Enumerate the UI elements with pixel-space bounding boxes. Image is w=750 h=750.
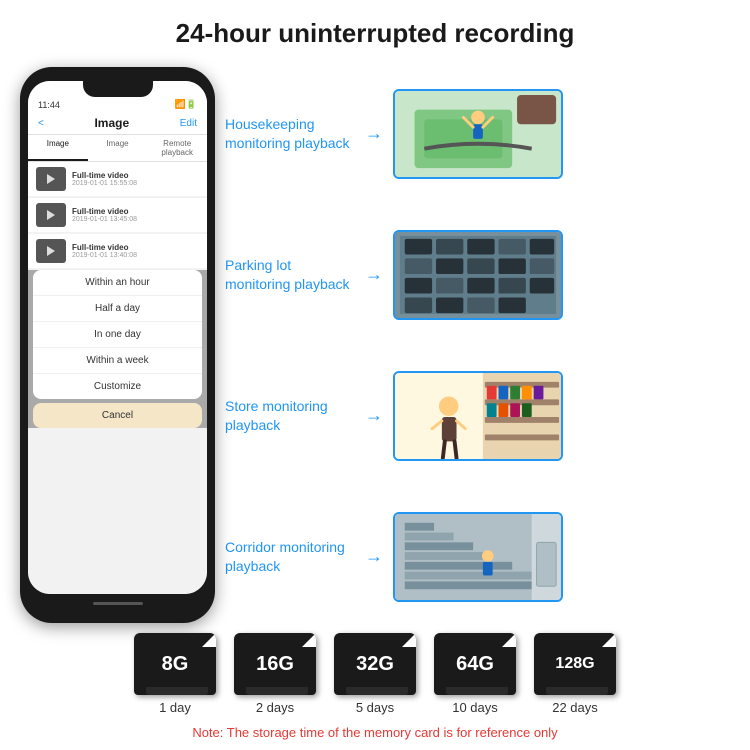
scene-store [395,373,561,459]
monitor-label-4: Corridor monitoringplayback [225,538,355,574]
sd-notch-8g [202,633,216,647]
video-item-1[interactable]: Full-time video 2019-01-01 15:55:08 [28,162,207,196]
storage-days-128g: 22 days [552,700,598,715]
tab-image2[interactable]: Image [88,135,148,161]
monitor-row-4: Corridor monitoringplayback → [225,512,730,602]
sd-label-64g: 64G [456,653,494,676]
housekeeping-svg [395,89,561,179]
video-item-2[interactable]: Full-time video 2019-01-01 13:45:08 [28,198,207,232]
storage-days-8g: 1 day [159,700,191,715]
scene-housekeeping [395,91,561,177]
store-svg [395,371,561,461]
monitor-row-1: Housekeepingmonitoring playback → [225,89,730,179]
dropdown-item-1[interactable]: Within an hour [33,270,202,296]
dropdown-menu: Within an hour Half a day In one day Wit… [33,270,202,399]
monitor-label-1: Housekeepingmonitoring playback [225,115,355,151]
phone-edit[interactable]: Edit [180,118,197,129]
video-thumb-3 [36,239,66,263]
sd-card-16g: 16G [234,633,316,695]
storage-days-16g: 2 days [256,700,294,715]
dropdown-item-5[interactable]: Customize [33,374,202,399]
video-title-3: Full-time video [72,243,199,252]
storage-days-32g: 5 days [356,700,394,715]
corridor-svg [395,512,561,602]
sd-card-64g: 64G [434,633,516,695]
video-title-2: Full-time video [72,207,199,216]
storage-card-32g: 32G 5 days [334,633,416,715]
sd-notch-64g [502,633,516,647]
monitor-row-3: Store monitoringplayback → [225,371,730,461]
sd-card-8g: 8G [134,633,216,695]
monitor-img-4 [393,512,563,602]
phone-home-bar [93,602,143,605]
content-area: 11:44 📶🔋 < Image Edit Image Image Remote… [20,67,730,623]
arrow-4: → [365,546,383,567]
sd-card-128g: 128G [534,633,616,695]
phone-header: < Image Edit [28,112,207,135]
video-title-1: Full-time video [72,171,199,180]
monitor-img-1 [393,89,563,179]
video-list: Full-time video 2019-01-01 15:55:08 Full… [28,162,207,594]
sd-label-16g: 16G [256,653,294,676]
video-thumb-2 [36,203,66,227]
storage-section: 8G 1 day 16G 2 days 32G 5 days [20,633,730,740]
scene-parking [395,232,561,318]
video-info-2: Full-time video 2019-01-01 13:45:08 [72,207,199,223]
phone-mockup: 11:44 📶🔋 < Image Edit Image Image Remote… [20,67,215,623]
arrow-1: → [365,123,383,144]
main-title: 24-hour uninterrupted recording [176,18,575,49]
dropdown-item-2[interactable]: Half a day [33,296,202,322]
monitor-img-3 [393,371,563,461]
monitor-label-2: Parking lotmonitoring playback [225,256,355,292]
phone-screen: 11:44 📶🔋 < Image Edit Image Image Remote… [28,81,207,594]
dropdown-overlay: Within an hour Half a day In one day Wit… [28,270,207,428]
dropdown-item-3[interactable]: In one day [33,322,202,348]
parking-svg [395,230,561,320]
sd-label-8g: 8G [162,653,189,676]
page: 24-hour uninterrupted recording 11:44 📶🔋… [0,0,750,750]
video-date-1: 2019-01-01 15:55:08 [72,180,199,187]
video-info-1: Full-time video 2019-01-01 15:55:08 [72,171,199,187]
sd-card-32g: 32G [334,633,416,695]
phone-back[interactable]: < [38,118,44,129]
sd-label-32g: 32G [356,653,394,676]
scene-corridor [395,514,561,600]
storage-days-64g: 10 days [452,700,498,715]
video-info-3: Full-time video 2019-01-01 13:40:08 [72,243,199,259]
storage-card-128g: 128G 22 days [534,633,616,715]
storage-card-64g: 64G 10 days [434,633,516,715]
right-panel: Housekeepingmonitoring playback → [225,67,730,623]
sd-notch-128g [602,633,616,647]
monitor-row-2: Parking lotmonitoring playback → [225,230,730,320]
monitor-label-3: Store monitoringplayback [225,397,355,433]
dropdown-item-4[interactable]: Within a week [33,348,202,374]
phone-notch [83,81,153,97]
video-date-3: 2019-01-01 13:40:08 [72,252,199,259]
sd-notch-16g [302,633,316,647]
phone-time: 11:44 [38,100,60,110]
sd-label-128g: 128G [555,655,594,673]
play-icon-3 [47,246,55,256]
tab-image[interactable]: Image [28,135,88,161]
video-date-2: 2019-01-01 13:45:08 [72,216,199,223]
storage-card-16g: 16G 2 days [234,633,316,715]
storage-cards: 8G 1 day 16G 2 days 32G 5 days [134,633,616,715]
phone-icons: 📶🔋 [175,99,197,110]
video-thumb-1 [36,167,66,191]
storage-note: Note: The storage time of the memory car… [192,725,557,740]
storage-card-8g: 8G 1 day [134,633,216,715]
arrow-2: → [365,264,383,285]
dropdown-cancel[interactable]: Cancel [33,403,202,428]
tab-remote-playback[interactable]: Remote playback [147,135,207,161]
monitor-img-2 [393,230,563,320]
sd-notch-32g [402,633,416,647]
phone-title: Image [94,116,129,130]
video-item-3[interactable]: Full-time video 2019-01-01 13:40:08 [28,234,207,268]
play-icon-2 [47,210,55,220]
phone-tabs: Image Image Remote playback [28,135,207,162]
arrow-3: → [365,405,383,426]
play-icon-1 [47,174,55,184]
